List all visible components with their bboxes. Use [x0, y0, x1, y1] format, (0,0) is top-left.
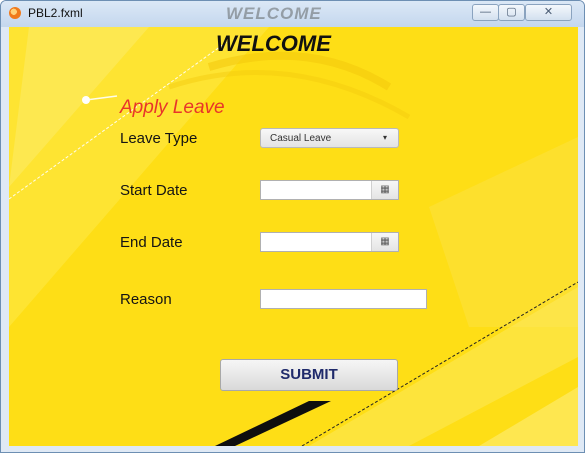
title-bar[interactable]: PBL2.fxml WELCOME — ▢ ✕: [1, 1, 584, 27]
window-title: PBL2.fxml: [28, 6, 83, 20]
maximize-button[interactable]: ▢: [498, 4, 525, 21]
end-date-picker[interactable]: ▦: [260, 232, 399, 252]
app-icon: [9, 7, 21, 19]
start-date-label: Start Date: [120, 182, 188, 199]
page-title: WELCOME: [216, 31, 331, 56]
section-title: Apply Leave: [120, 97, 225, 118]
app-window: PBL2.fxml WELCOME — ▢ ✕ WELCOME Apply Le…: [0, 0, 585, 453]
submit-button[interactable]: SUBMIT: [220, 359, 398, 391]
leave-type-label: Leave Type: [120, 130, 198, 147]
title-bar-ghost-text: WELCOME: [226, 4, 322, 23]
calendar-icon[interactable]: ▦: [371, 233, 398, 251]
form-panel: WELCOME Apply Leave Leave Type Casual Le…: [9, 27, 578, 446]
reason-input[interactable]: [260, 289, 427, 309]
leave-type-dropdown[interactable]: Casual Leave ▾: [260, 128, 399, 148]
leave-type-value: Casual Leave: [270, 133, 332, 144]
minimize-button[interactable]: —: [472, 4, 499, 21]
reason-label: Reason: [120, 291, 172, 308]
start-date-picker[interactable]: ▦: [260, 180, 399, 200]
end-date-label: End Date: [120, 234, 183, 251]
calendar-icon[interactable]: ▦: [371, 181, 398, 199]
chevron-down-icon[interactable]: ▾: [372, 129, 398, 147]
close-button[interactable]: ✕: [525, 4, 572, 21]
